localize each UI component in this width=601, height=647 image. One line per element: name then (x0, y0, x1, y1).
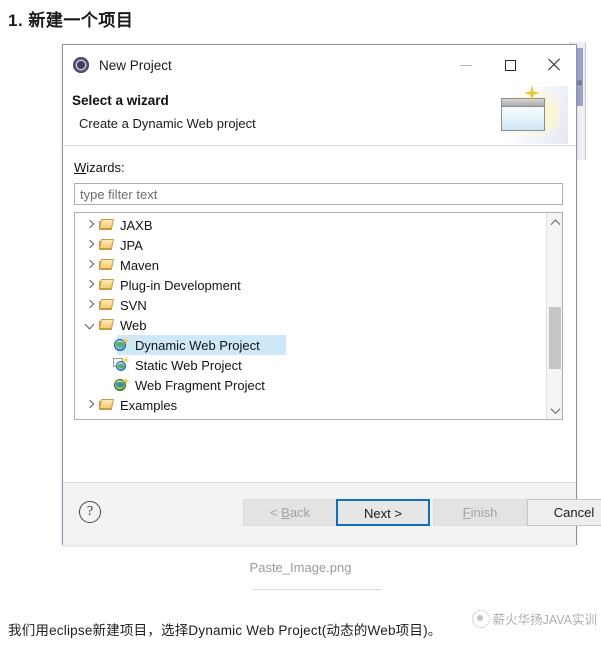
back-button[interactable]: < Back (243, 499, 337, 526)
tree-scrollbar-thumb[interactable] (549, 307, 561, 369)
folder-icon (98, 217, 115, 233)
folder-icon (98, 237, 115, 253)
wizards-label: Wizards: (74, 160, 125, 175)
tree-item-label: Maven (120, 257, 160, 273)
maximize-button[interactable] (488, 45, 532, 85)
tree-item-label: Plug-in Development (120, 277, 241, 293)
tree-item-maven[interactable]: Maven (75, 255, 545, 275)
article-body-text: 我们用eclipse新建项目，选择Dynamic Web Project(动态的… (8, 623, 442, 638)
button-label: inish (470, 505, 498, 520)
wizard-header-title: Select a wizard (72, 93, 169, 108)
button-label-mnemonic: B (281, 505, 290, 520)
tree-item-static-web-project[interactable]: Static Web Project (75, 355, 545, 375)
tree-item-plug-in-development[interactable]: Plug-in Development (75, 275, 545, 295)
tree-item-label: Web (120, 317, 147, 333)
scroll-down-icon[interactable] (547, 402, 562, 419)
tree-item-label: JPA (120, 237, 143, 253)
web-fragment-project-icon (113, 377, 130, 393)
cancel-button[interactable]: Cancel (527, 499, 601, 526)
button-label: ack (289, 505, 311, 520)
button-label: Cancel (553, 505, 595, 520)
filter-input[interactable] (74, 183, 563, 205)
tree-scrollbar[interactable] (546, 213, 562, 419)
finish-button[interactable]: Finish (433, 499, 527, 526)
chevron-right-icon[interactable] (83, 215, 98, 235)
chevron-right-icon[interactable] (83, 235, 98, 255)
tree-item-web-fragment-project[interactable]: Web Fragment Project (75, 375, 545, 395)
tree-item-label: SVN (120, 297, 147, 313)
chevron-down-icon[interactable] (83, 315, 98, 335)
help-button[interactable]: ? (79, 501, 101, 523)
scroll-up-icon[interactable] (547, 213, 562, 230)
watermark-text: 薪火华扬JAVA实训 (492, 613, 597, 627)
wizards-label-rest: izards: (86, 160, 125, 175)
folder-icon (98, 277, 115, 293)
wizard-header: Select a wizard Create a Dynamic Web pro… (63, 85, 576, 146)
tree-item-dynamic-web-project[interactable]: Dynamic Web Project (75, 335, 545, 355)
page-title: 1. 新建一个项目 (8, 11, 134, 30)
close-icon (547, 58, 561, 72)
dynamic-web-project-icon (113, 337, 130, 353)
tree-item-svn[interactable]: SVN (75, 295, 545, 315)
eclipse-icon (72, 56, 90, 74)
watermark: 薪火华扬JAVA实训 (471, 609, 597, 628)
chevron-right-icon[interactable] (83, 275, 98, 295)
chevron-right-icon[interactable] (83, 255, 98, 275)
folder-icon (98, 297, 115, 313)
tree-item-label: Dynamic Web Project (135, 337, 260, 353)
watermark-logo-icon (471, 609, 490, 628)
folder-icon (98, 317, 115, 333)
tree-item-label: Examples (120, 397, 178, 413)
new-window-sparkle-icon (492, 86, 568, 144)
tree-item-label: JAXB (120, 217, 153, 233)
dialog-title: New Project (99, 57, 172, 73)
tree-item-label: Static Web Project (135, 357, 242, 373)
next-button[interactable]: Next > (336, 499, 430, 526)
tree-item-web[interactable]: Web (75, 315, 545, 335)
minimize-icon (460, 64, 472, 66)
wizard-tree-list[interactable]: JAXB JPA Maven Plug-in Development SVN Web Dyn… (75, 215, 545, 415)
wizard-tree-panel: JAXB JPA Maven Plug-in Development SVN Web Dyn… (74, 212, 563, 420)
folder-icon (98, 257, 115, 273)
caption-divider (252, 589, 382, 590)
new-project-dialog: New Project Select a wizard Create a Dyn… (62, 44, 601, 545)
button-label: Next > (364, 506, 402, 521)
chevron-right-icon[interactable] (83, 295, 98, 315)
button-label-prefix: < (269, 505, 282, 520)
button-label-mnemonic: F (462, 505, 471, 520)
folder-icon (98, 397, 115, 413)
tree-item-label: Web Fragment Project (135, 377, 265, 393)
dialog-body: Wizards: JAXB JPA Maven Plug-in Development… (63, 146, 576, 482)
chevron-right-icon[interactable] (83, 395, 98, 415)
dialog-titlebar: New Project (63, 45, 576, 85)
maximize-icon (504, 59, 516, 71)
dialog-footer: ? < Back Next > Finish Cancel (63, 482, 601, 545)
image-caption: Paste_Image.png (249, 560, 352, 575)
window-controls (444, 45, 576, 85)
tree-item-jpa[interactable]: JPA (75, 235, 545, 255)
tree-item-jaxb[interactable]: JAXB (75, 215, 545, 235)
close-button[interactable] (532, 45, 576, 85)
minimize-button[interactable] (444, 45, 488, 85)
tree-item-examples[interactable]: Examples (75, 395, 545, 415)
static-web-project-icon (113, 356, 130, 373)
wizard-header-description: Create a Dynamic Web project (79, 116, 256, 131)
wizards-label-mnemonic: W (74, 160, 87, 175)
